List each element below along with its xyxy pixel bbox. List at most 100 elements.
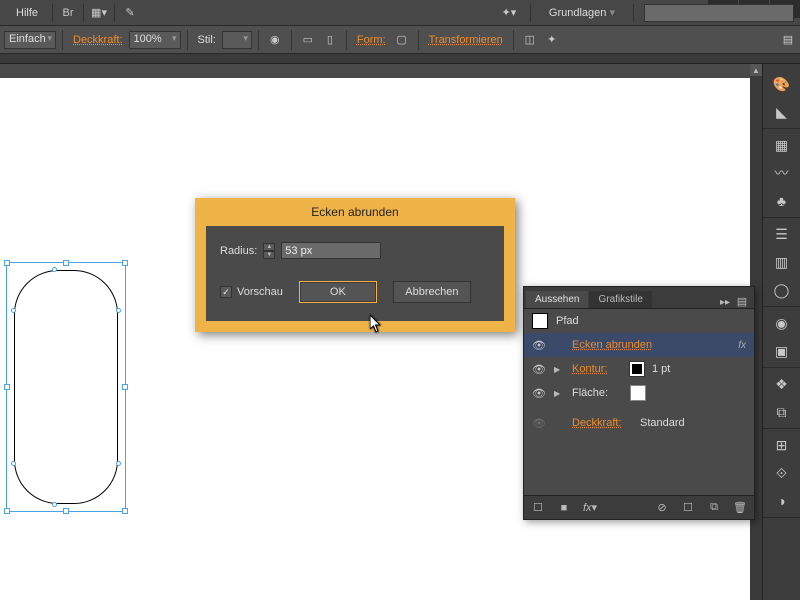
opacity-value[interactable]: Standard	[640, 417, 700, 429]
search-wrap	[644, 4, 794, 22]
controlbar-menu-icon[interactable]: ▤	[780, 33, 796, 47]
brushes-panel-icon[interactable]: 〰	[767, 159, 797, 187]
appearance-effect-row[interactable]: 👁 Ecken abrunden fx	[524, 333, 754, 357]
style-label: Stil:	[194, 34, 220, 46]
panel-tabstrip: Aussehen Grafikstile ▸▸ ▤	[524, 287, 754, 309]
radius-spinner[interactable]: ▲ ▼	[263, 243, 275, 259]
handle-mid-right[interactable]	[122, 384, 128, 390]
opacity-label[interactable]: Deckkraft:	[572, 417, 632, 429]
arrange-docs-icon[interactable]: ▦▾	[88, 3, 110, 23]
visibility-toggle-icon[interactable]: 👁	[532, 387, 546, 400]
transform-label[interactable]: Transformieren	[425, 34, 507, 46]
anchor-point[interactable]	[52, 502, 57, 507]
anchor-point[interactable]	[116, 308, 121, 313]
fill-label: Fläche:	[572, 387, 622, 399]
anchor-point[interactable]	[11, 308, 16, 313]
shape-icon[interactable]: ▢	[392, 30, 412, 50]
color-guide-icon[interactable]: ◣	[767, 98, 797, 126]
ok-button[interactable]: OK	[299, 281, 377, 303]
visibility-toggle-icon[interactable]: 👁	[532, 417, 546, 430]
dialog-title: Ecken abrunden	[197, 200, 513, 226]
gpu-icon[interactable]: ✎	[119, 3, 141, 23]
transparency-panel-icon[interactable]: ◯	[767, 276, 797, 304]
align-panel-icon[interactable]: ⊞	[767, 431, 797, 459]
handle-top-right[interactable]	[122, 260, 128, 266]
disclosure-icon[interactable]: ▶	[554, 389, 564, 398]
tab-graphic-styles[interactable]: Grafikstile	[589, 291, 651, 308]
cancel-button[interactable]: Abbrechen	[393, 281, 471, 303]
panel-menu-icon[interactable]: ▤	[734, 294, 750, 308]
appearance-stroke-row[interactable]: 👁 ▶ Kontur: 1 pt	[524, 357, 754, 381]
handle-mid-left[interactable]	[4, 384, 10, 390]
workspace-switcher: ✦▾ Grundlagen ▾	[498, 3, 794, 23]
rounded-rectangle-path	[14, 270, 118, 504]
gradient-panel-icon[interactable]: ▥	[767, 248, 797, 276]
align-icon-2[interactable]: ▯	[320, 30, 340, 50]
handle-bottom-right[interactable]	[122, 508, 128, 514]
stroke-profile-select[interactable]: Einfach	[4, 31, 56, 49]
spin-down-icon[interactable]: ▼	[263, 251, 275, 259]
delete-item-icon[interactable]: 🗑	[732, 501, 748, 514]
graphic-styles-panel-icon[interactable]: ▣	[767, 337, 797, 365]
anchor-point[interactable]	[116, 461, 121, 466]
search-input[interactable]	[644, 4, 794, 22]
panel-collapse-icon[interactable]: ▸▸	[716, 297, 734, 308]
add-effect-icon[interactable]: fx▾	[582, 501, 598, 514]
appearance-panel-icon[interactable]: ◉	[767, 309, 797, 337]
appearance-fill-row[interactable]: 👁 ▶ Fläche:	[524, 381, 754, 405]
footer-icon[interactable]: ☐	[680, 501, 696, 514]
control-bar: Einfach Deckkraft: 100% Stil: ◉ ▭ ▯ Form…	[0, 26, 800, 54]
handle-top-left[interactable]	[4, 260, 10, 266]
scroll-up-arrow[interactable]: ▲	[750, 64, 762, 76]
new-stroke-icon[interactable]: ☐	[530, 501, 546, 514]
color-panel-icon[interactable]: 🎨	[767, 70, 797, 98]
recolor-icon[interactable]: ◉	[265, 30, 285, 50]
layers-panel-icon[interactable]: ❖	[767, 370, 797, 398]
anchor-point[interactable]	[11, 461, 16, 466]
new-fill-icon[interactable]: ■	[556, 502, 572, 514]
spin-up-icon[interactable]: ▲	[263, 243, 275, 251]
visibility-toggle-icon[interactable]: 👁	[532, 363, 546, 376]
effect-name[interactable]: Ecken abrunden	[572, 339, 730, 351]
transform-panel-icon[interactable]: ⟐	[767, 459, 797, 487]
opacity-field[interactable]: 100%	[129, 31, 181, 49]
anchor-point[interactable]	[52, 267, 57, 272]
handle-top-center[interactable]	[63, 260, 69, 266]
align-icon-1[interactable]: ▭	[298, 30, 318, 50]
pathfinder-panel-icon[interactable]: ◑	[767, 487, 797, 515]
stroke-color-swatch[interactable]	[630, 362, 644, 376]
fx-badge[interactable]: fx	[738, 340, 746, 351]
document-tabstrip	[0, 54, 800, 64]
appearance-target-row[interactable]: Pfad	[524, 309, 754, 333]
preview-checkbox-wrapper[interactable]: ✓ Vorschau	[220, 286, 283, 298]
selected-shape[interactable]	[6, 262, 126, 512]
radius-input[interactable]	[281, 242, 381, 259]
sync-icon[interactable]: ✦▾	[498, 3, 520, 23]
stroke-label[interactable]: Kontur:	[572, 363, 622, 375]
handle-bottom-center[interactable]	[63, 508, 69, 514]
duplicate-item-icon[interactable]: ⧉	[706, 501, 722, 514]
isolate-icon-2[interactable]: ✦	[542, 30, 562, 50]
workspace-name[interactable]: Grundlagen ▾	[541, 6, 623, 19]
style-select[interactable]	[222, 31, 252, 49]
bridge-icon[interactable]: Br	[57, 3, 79, 23]
stroke-weight[interactable]: 1 pt	[652, 363, 712, 375]
appearance-opacity-row[interactable]: 👁 Deckkraft: Standard	[524, 411, 754, 435]
swatches-panel-icon[interactable]: ▦	[767, 131, 797, 159]
stroke-panel-icon[interactable]: ☰	[767, 220, 797, 248]
disclosure-icon[interactable]: ▶	[554, 365, 564, 374]
opacity-label[interactable]: Deckkraft:	[69, 34, 127, 46]
isolate-icon[interactable]: ◫	[520, 30, 540, 50]
artboards-panel-icon[interactable]: ⧉	[767, 398, 797, 426]
tab-appearance[interactable]: Aussehen	[526, 291, 588, 308]
symbols-panel-icon[interactable]: ♣	[767, 187, 797, 215]
preview-checkbox[interactable]: ✓	[220, 286, 232, 298]
panel-dock: 🎨 ◣ ▦ 〰 ♣ ☰ ▥ ◯ ◉ ▣ ❖ ⧉ ⊞ ⟐ ◑	[762, 64, 800, 600]
round-corners-dialog: Ecken abrunden Radius: ▲ ▼ ✓ Vorschau OK…	[195, 198, 515, 332]
menu-help[interactable]: Hilfe	[6, 3, 48, 23]
visibility-toggle-icon[interactable]: 👁	[532, 339, 546, 352]
handle-bottom-left[interactable]	[4, 508, 10, 514]
clear-appearance-icon[interactable]: ⊘	[654, 501, 670, 514]
shape-label[interactable]: Form:	[353, 34, 390, 46]
fill-color-swatch[interactable]	[630, 385, 646, 401]
